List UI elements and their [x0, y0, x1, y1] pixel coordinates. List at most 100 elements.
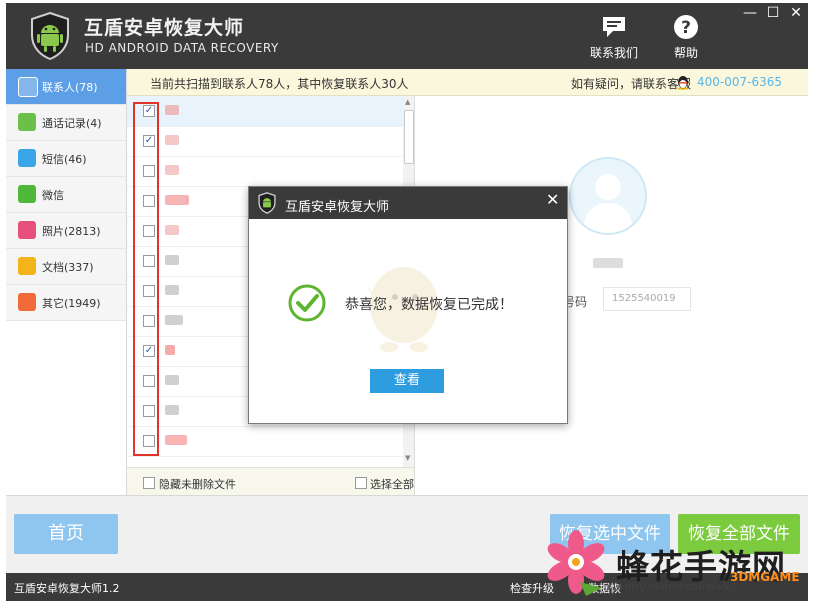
- sidebar-item-label: 照片(2813): [42, 225, 101, 238]
- android-shield-logo-icon: [31, 11, 69, 61]
- contact-us-button[interactable]: 联系我们: [584, 13, 644, 65]
- info-bar: 当前共扫描到联系人78人，其中恢复联系人30人 如有疑问，请联系客服 400-0…: [126, 69, 808, 96]
- sidebar-item-label: 其它(1949): [42, 297, 101, 310]
- contact-us-label: 联系我们: [589, 46, 638, 60]
- avatar: [569, 157, 647, 235]
- contact-name-blurred: [165, 225, 179, 235]
- row-checkbox[interactable]: [143, 195, 155, 207]
- qq-penguin-icon: [677, 76, 689, 90]
- title-bar: 互盾安卓恢复大师 HD ANDROID DATA RECOVERY 联系我们 ?…: [6, 3, 808, 69]
- recover-all-button[interactable]: 恢复全部文件: [678, 514, 800, 554]
- sidebar-item[interactable]: 照片(2813): [6, 213, 126, 249]
- bottom-bar: 首页 恢复选中文件 恢复全部文件: [6, 495, 808, 574]
- home-button[interactable]: 首页: [14, 514, 118, 554]
- list-footer: 隐藏未删除文件 选择全部: [127, 467, 414, 496]
- sms-icon: [18, 149, 36, 167]
- app-subtitle: HD ANDROID DATA RECOVERY: [85, 41, 279, 55]
- dialog-message: 恭喜您，数据恢复已完成！: [345, 297, 513, 313]
- close-button[interactable]: ✕: [786, 5, 806, 21]
- chat-bubble-icon: [603, 17, 625, 37]
- document-icon: [18, 257, 36, 275]
- sidebar-item[interactable]: 通话记录(4): [6, 105, 126, 141]
- completion-dialog: 互盾安卓恢复大师 ✕ 恭喜您，数据恢复已完成！ 查看: [248, 186, 568, 424]
- select-all-checkbox[interactable]: [355, 477, 367, 489]
- version-label: 互盾安卓恢复大师1.2: [14, 582, 120, 595]
- contact-name-blurred: [165, 315, 183, 325]
- scroll-down-arrow-icon[interactable]: ▼: [405, 454, 410, 462]
- scroll-up-arrow-icon[interactable]: ▲: [405, 98, 410, 106]
- sidebar-list: 联系人(78) 通话记录(4) 短信(46) 微信照片(2813) 文档(337) 其它(…: [6, 69, 126, 321]
- row-checkbox[interactable]: [143, 315, 155, 327]
- wechat-icon: [18, 185, 36, 203]
- app-title: 互盾安卓恢复大师: [84, 17, 245, 39]
- dialog-title: 互盾安卓恢复大师: [285, 200, 390, 215]
- row-checkbox[interactable]: [143, 285, 155, 297]
- view-button[interactable]: 查看: [370, 369, 444, 393]
- dialog-logo-icon: [258, 192, 276, 214]
- contact-name-blurred: [165, 255, 179, 265]
- sidebar-item-label: 通话记录(4): [42, 117, 102, 130]
- contact-name-blurred: [165, 435, 187, 445]
- row-checkbox[interactable]: [143, 255, 155, 267]
- row-checkbox[interactable]: [143, 225, 155, 237]
- row-checkbox[interactable]: ✓: [143, 105, 155, 117]
- check-upgrade-link[interactable]: 检查升级: [510, 580, 554, 596]
- sidebar-item[interactable]: 微信: [6, 177, 126, 213]
- dialog-title-bar: 互盾安卓恢复大师 ✕: [249, 187, 567, 219]
- contact-name-blurred: [165, 105, 179, 115]
- contact-name-blurred: [165, 375, 179, 385]
- sidebar-item[interactable]: 联系人(78): [6, 69, 126, 105]
- hide-undeleted-label: 隐藏未删除文件: [159, 478, 236, 491]
- sidebar-item[interactable]: 文档(337): [6, 249, 126, 285]
- help-button[interactable]: ? 帮助: [656, 13, 716, 65]
- row-checkbox[interactable]: ✓: [143, 135, 155, 147]
- sidebar-item[interactable]: 短信(46): [6, 141, 126, 177]
- sidebar-item-label: 联系人(78): [42, 81, 98, 94]
- contacts-icon: [18, 77, 38, 97]
- contact-name-blurred: [165, 345, 175, 355]
- contact-name-blurred: [165, 195, 189, 205]
- question-circle-icon: ?: [674, 15, 698, 39]
- row-checkbox[interactable]: [143, 375, 155, 387]
- sidebar-item-label: 文档(337): [42, 261, 94, 274]
- contact-name-blurred: [593, 258, 623, 268]
- sidebar-item-label: 微信: [42, 189, 64, 202]
- row-checkbox[interactable]: [143, 405, 155, 417]
- table-row[interactable]: [127, 426, 403, 457]
- app-window: 互盾安卓恢复大师 HD ANDROID DATA RECOVERY 联系我们 ?…: [6, 3, 808, 601]
- row-checkbox[interactable]: ✓: [143, 345, 155, 357]
- support-phone-link[interactable]: 400-007-6365: [697, 75, 782, 89]
- call-log-icon: [18, 113, 36, 131]
- sidebar-item[interactable]: 其它(1949): [6, 285, 126, 321]
- phone-value: 1525540019: [603, 287, 691, 311]
- sidebar: 联系人(78) 通话记录(4) 短信(46) 微信照片(2813) 文档(337) 其它(…: [6, 69, 127, 495]
- table-row[interactable]: [127, 156, 403, 187]
- sidebar-empty-area: [6, 321, 126, 495]
- maximize-button[interactable]: ☐: [763, 5, 783, 21]
- person-silhouette-icon: [583, 174, 633, 233]
- hide-undeleted-checkbox[interactable]: [143, 477, 155, 489]
- sidebar-item-label: 短信(46): [42, 153, 87, 166]
- dialog-close-button[interactable]: ✕: [546, 190, 559, 209]
- scroll-thumb[interactable]: [404, 110, 414, 164]
- table-row[interactable]: ✓: [127, 126, 403, 157]
- status-data-text: 数据恢: [588, 582, 621, 595]
- photo-icon: [18, 221, 36, 239]
- row-checkbox[interactable]: [143, 435, 155, 447]
- contact-name-blurred: [165, 285, 179, 295]
- row-checkbox[interactable]: [143, 165, 155, 177]
- select-all-label: 选择全部: [370, 478, 414, 491]
- help-text: 如有疑问，请联系客服: [571, 77, 692, 91]
- help-label: 帮助: [673, 46, 698, 60]
- minimize-button[interactable]: —: [740, 5, 760, 21]
- table-row[interactable]: ✓: [127, 96, 403, 127]
- contact-name-blurred: [165, 135, 179, 145]
- success-check-icon: [288, 284, 326, 322]
- svg-text:?: ?: [681, 18, 691, 38]
- contact-name-blurred: [165, 165, 179, 175]
- status-bar: 互盾安卓恢复大师1.2 检查升级 数据恢: [6, 573, 808, 601]
- contact-name-blurred: [165, 405, 179, 415]
- scan-summary: 当前共扫描到联系人78人，其中恢复联系人30人: [150, 77, 409, 91]
- recover-selected-button[interactable]: 恢复选中文件: [550, 514, 670, 554]
- other-icon: [18, 293, 36, 311]
